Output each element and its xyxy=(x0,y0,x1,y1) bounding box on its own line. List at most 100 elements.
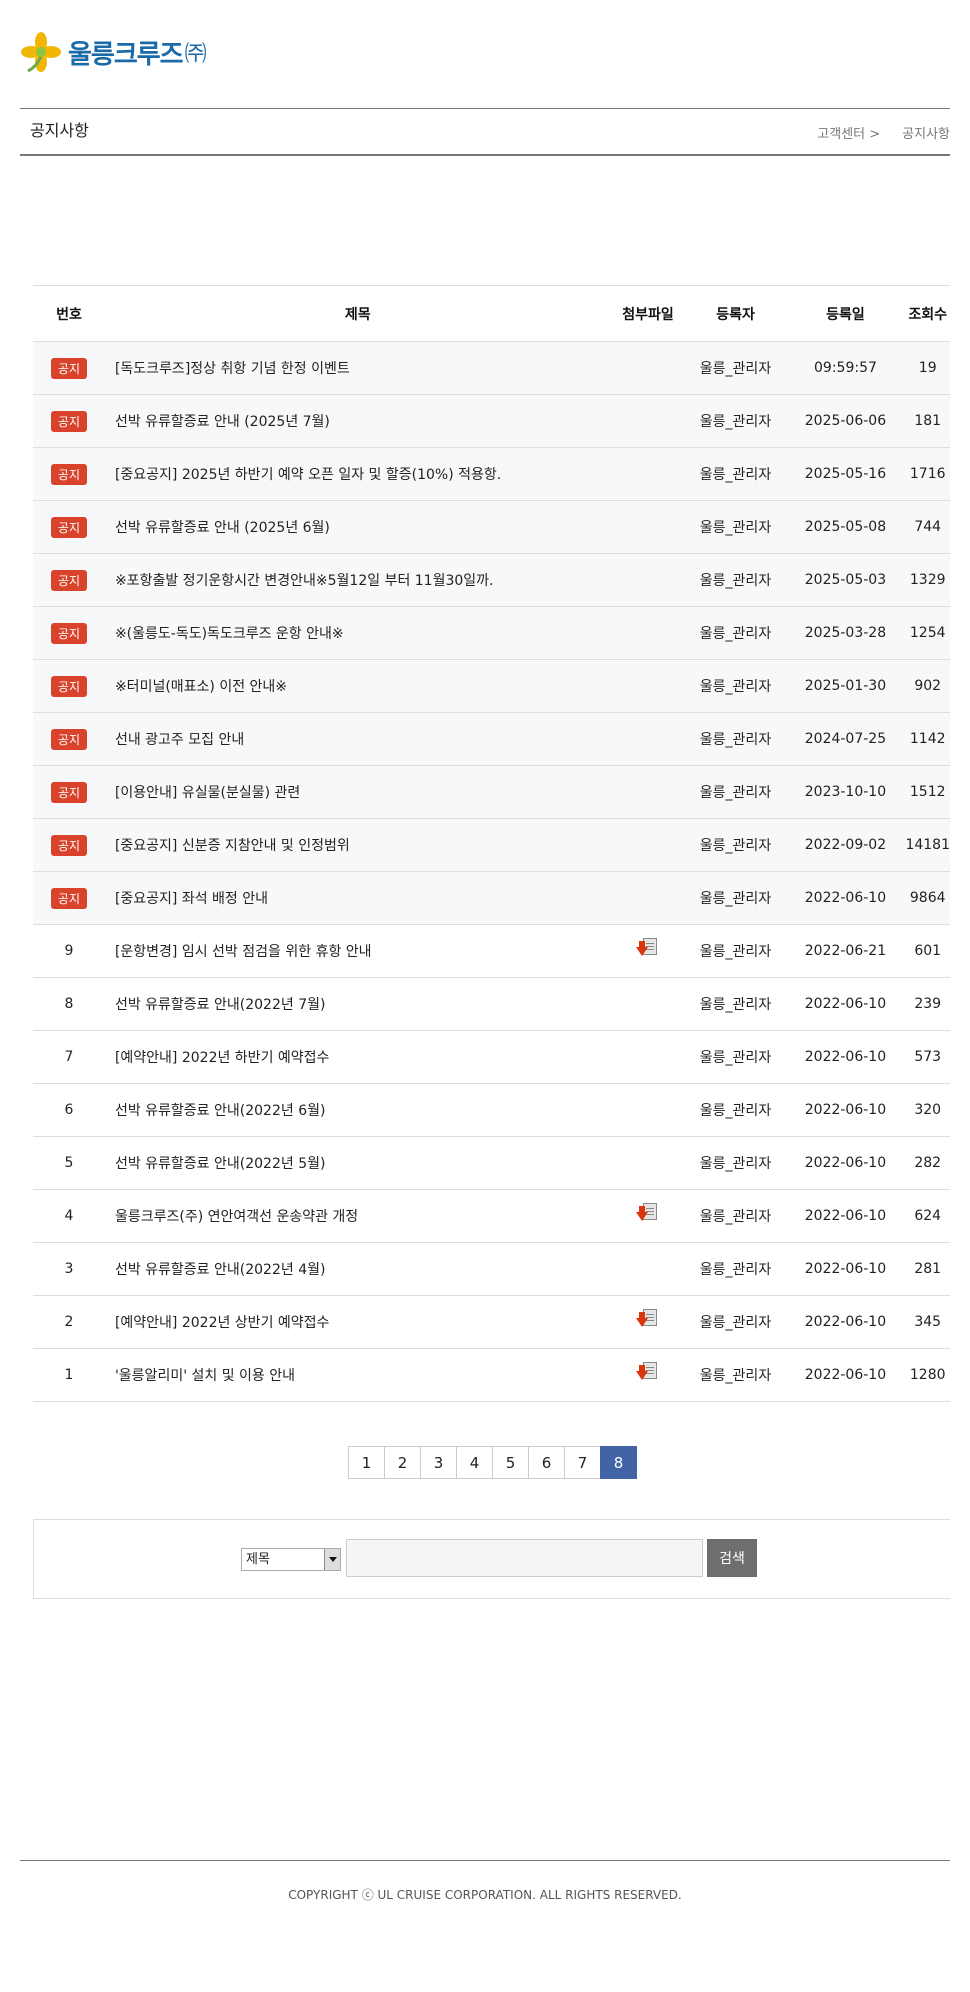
table-row[interactable]: 공지 ※터미널(매표소) 이전 안내※ 울릉_관리자 2025-01-30 902 xyxy=(33,659,950,713)
cell-title[interactable]: 선박 유류할증료 안내(2022년 4월) xyxy=(104,1242,611,1296)
cell-attachment xyxy=(610,871,686,925)
cell-date: 2025-05-16 xyxy=(785,447,906,501)
cell-title[interactable]: 선박 유류할증료 안내(2022년 5월) xyxy=(104,1136,611,1190)
cell-title[interactable]: 선박 유류할증료 안내 (2025년 6월) xyxy=(104,500,611,554)
table-row[interactable]: 4 울릉크루즈(주) 연안여객선 운송약관 개정 울릉_관리자 2022-06-10 6… xyxy=(33,1189,950,1243)
search-field-select[interactable]: 제목 xyxy=(241,1548,341,1571)
table-row[interactable]: 3 선박 유류할증료 안내(2022년 4월) 울릉_관리자 2022-06-10 28… xyxy=(33,1242,950,1296)
table-row[interactable]: 공지 [중요공지] 신분증 지참안내 및 인정범위 울릉_관리자 2022-09-02… xyxy=(33,818,950,872)
cell-title[interactable]: 선내 광고주 모집 안내 xyxy=(104,712,611,766)
table-row[interactable]: 공지 [이용안내] 유실물(분실물) 관련 울릉_관리자 2023-10-10 1512 xyxy=(33,765,950,819)
cell-title[interactable]: [예약안내] 2022년 하반기 예약접수 xyxy=(104,1030,611,1084)
cell-title[interactable]: [중요공지] 신분증 지참안내 및 인정범위 xyxy=(104,818,611,872)
attachment-download-icon[interactable] xyxy=(636,937,660,961)
post-title-link[interactable]: 선박 유류할증료 안내(2022년 7월) xyxy=(115,997,326,1013)
column-header-views: 조회수 xyxy=(905,285,950,342)
cell-author: 울릉_관리자 xyxy=(685,606,786,660)
page-button-1[interactable]: 1 xyxy=(348,1446,385,1479)
page-button-4[interactable]: 4 xyxy=(456,1446,493,1479)
cell-date: 2022-06-10 xyxy=(785,1136,906,1190)
attachment-download-icon[interactable] xyxy=(636,1308,660,1332)
cell-title[interactable]: ※포항출발 정기운항시간 변경안내※5월12일 부터 11월30일까. xyxy=(104,553,611,607)
post-title-link[interactable]: [예약안내] 2022년 상반기 예약접수 xyxy=(115,1315,329,1331)
post-title-link[interactable]: 선박 유류할증료 안내(2022년 6월) xyxy=(115,1103,326,1119)
table-row[interactable]: 공지 ※포항출발 정기운항시간 변경안내※5월12일 부터 11월30일까. 울릉_… xyxy=(33,553,950,607)
table-row[interactable]: 공지 선박 유류할증료 안내 (2025년 6월) 울릉_관리자 2025-05-08… xyxy=(33,500,950,554)
post-title-link[interactable]: '울릉알리미' 설치 및 이용 안내 xyxy=(115,1368,295,1384)
cell-author: 울릉_관리자 xyxy=(685,871,786,925)
cell-title[interactable]: [중요공지] 좌석 배정 안내 xyxy=(104,871,611,925)
cell-author: 울릉_관리자 xyxy=(685,500,786,554)
post-title-link[interactable]: 선내 광고주 모집 안내 xyxy=(115,732,244,748)
page-button-8[interactable]: 8 xyxy=(600,1446,637,1479)
cell-title[interactable]: 선박 유류할증료 안내(2022년 7월) xyxy=(104,977,611,1031)
post-title-link[interactable]: [중요공지] 좌석 배정 안내 xyxy=(115,891,268,907)
table-row[interactable]: 6 선박 유류할증료 안내(2022년 6월) 울릉_관리자 2022-06-10 32… xyxy=(33,1083,950,1137)
column-header-attachment: 첨부파일 xyxy=(610,285,686,342)
post-title-link[interactable]: [운항변경] 임시 선박 점검을 위한 휴항 안내 xyxy=(115,944,372,960)
post-title-link[interactable]: 울릉크루즈(주) 연안여객선 운송약관 개정 xyxy=(115,1209,358,1225)
post-title-link[interactable]: [독도크루즈]정상 취항 기념 한정 이벤트 xyxy=(115,361,350,377)
cell-title[interactable]: 선박 유류할증료 안내(2022년 6월) xyxy=(104,1083,611,1137)
post-title-link[interactable]: [중요공지] 신분증 지참안내 및 인정범위 xyxy=(115,838,350,854)
cell-title[interactable]: [예약안내] 2022년 상반기 예약접수 xyxy=(104,1295,611,1349)
cell-date: 2024-07-25 xyxy=(785,712,906,766)
post-title-link[interactable]: [예약안내] 2022년 하반기 예약접수 xyxy=(115,1050,329,1066)
cell-title[interactable]: ※(울릉도-독도)독도크루즈 운항 안내※ xyxy=(104,606,611,660)
post-title-link[interactable]: [중요공지] 2025년 하반기 예약 오픈 일자 및 할증(10%) 적용항. xyxy=(115,467,501,483)
post-title-link[interactable]: ※포항출발 정기운항시간 변경안내※5월12일 부터 11월30일까. xyxy=(115,573,494,589)
page-button-2[interactable]: 2 xyxy=(384,1446,421,1479)
chevron-down-icon[interactable] xyxy=(324,1549,340,1570)
post-title-link[interactable]: 선박 유류할증료 안내(2022년 4월) xyxy=(115,1262,326,1278)
footer-divider xyxy=(20,1860,950,1861)
cell-title[interactable]: [이용안내] 유실물(분실물) 관련 xyxy=(104,765,611,819)
post-title-link[interactable]: ※터미널(매표소) 이전 안내※ xyxy=(115,679,287,695)
cell-title[interactable]: [중요공지] 2025년 하반기 예약 오픈 일자 및 할증(10%) 적용항. xyxy=(104,447,611,501)
post-title-link[interactable]: 선박 유류할증료 안내 (2025년 6월) xyxy=(115,520,330,536)
table-row[interactable]: 1 '울릉알리미' 설치 및 이용 안내 울릉_관리자 2022-06-10 1280 xyxy=(33,1348,950,1402)
table-row[interactable]: 공지 선박 유류할증료 안내 (2025년 7월) 울릉_관리자 2025-06-06… xyxy=(33,394,950,448)
table-row[interactable]: 8 선박 유류할증료 안내(2022년 7월) 울릉_관리자 2022-06-10 23… xyxy=(33,977,950,1031)
post-title-link[interactable]: 선박 유류할증료 안내 (2025년 7월) xyxy=(115,414,330,430)
cell-title[interactable]: [독도크루즈]정상 취항 기념 한정 이벤트 xyxy=(104,341,611,395)
cell-title[interactable]: [운항변경] 임시 선박 점검을 위한 휴항 안내 xyxy=(104,924,611,978)
table-row[interactable]: 2 [예약안내] 2022년 상반기 예약접수 울릉_관리자 2022-06-10 34… xyxy=(33,1295,950,1349)
table-row[interactable]: 공지 [독도크루즈]정상 취항 기념 한정 이벤트 울릉_관리자 09:59:57 19 xyxy=(33,341,950,395)
breadcrumb-notice[interactable]: 공지사항 xyxy=(902,123,950,142)
table-row[interactable]: 공지 [중요공지] 좌석 배정 안내 울릉_관리자 2022-06-10 9864 xyxy=(33,871,950,925)
cell-attachment xyxy=(610,1348,686,1402)
cell-title[interactable]: ※터미널(매표소) 이전 안내※ xyxy=(104,659,611,713)
table-row[interactable]: 5 선박 유류할증료 안내(2022년 5월) 울릉_관리자 2022-06-10 28… xyxy=(33,1136,950,1190)
cell-title[interactable]: '울릉알리미' 설치 및 이용 안내 xyxy=(104,1348,611,1402)
table-row[interactable]: 7 [예약안내] 2022년 하반기 예약접수 울릉_관리자 2022-06-10 57… xyxy=(33,1030,950,1084)
cell-number: 공지 xyxy=(33,871,105,925)
cell-views: 281 xyxy=(905,1242,950,1296)
attachment-download-icon[interactable] xyxy=(636,1361,660,1385)
cell-date: 2025-06-06 xyxy=(785,394,906,448)
cell-title[interactable]: 선박 유류할증료 안내 (2025년 7월) xyxy=(104,394,611,448)
breadcrumb-customer-center[interactable]: 고객센터 > xyxy=(817,123,880,142)
page-button-6[interactable]: 6 xyxy=(528,1446,565,1479)
site-logo[interactable]: 울릉크루즈 ㈜ xyxy=(20,30,207,74)
cell-author: 울릉_관리자 xyxy=(685,1242,786,1296)
post-title-link[interactable]: [이용안내] 유실물(분실물) 관련 xyxy=(115,785,300,801)
cell-attachment xyxy=(610,394,686,448)
cell-attachment xyxy=(610,500,686,554)
table-row[interactable]: 9 [운항변경] 임시 선박 점검을 위한 휴항 안내 울릉_관리자 2022-06-… xyxy=(33,924,950,978)
post-title-link[interactable]: ※(울릉도-독도)독도크루즈 운항 안내※ xyxy=(115,626,344,642)
cell-title[interactable]: 울릉크루즈(주) 연안여객선 운송약관 개정 xyxy=(104,1189,611,1243)
search-input[interactable] xyxy=(346,1539,703,1577)
table-row[interactable]: 공지 ※(울릉도-독도)독도크루즈 운항 안내※ 울릉_관리자 2025-03-28 1… xyxy=(33,606,950,660)
page-button-5[interactable]: 5 xyxy=(492,1446,529,1479)
attachment-download-icon[interactable] xyxy=(636,1202,660,1226)
notice-table: 번호 제목 첨부파일 등록자 등록일 조회수 공지 [독도크루즈]정상 취항 기념… xyxy=(33,285,950,1402)
notice-badge: 공지 xyxy=(50,834,88,856)
table-row[interactable]: 공지 [중요공지] 2025년 하반기 예약 오픈 일자 및 할증(10%) 적용… xyxy=(33,447,950,501)
table-row[interactable]: 공지 선내 광고주 모집 안내 울릉_관리자 2024-07-25 1142 xyxy=(33,712,950,766)
search-button[interactable]: 검색 xyxy=(707,1539,757,1577)
page-button-3[interactable]: 3 xyxy=(420,1446,457,1479)
table-header-row: 번호 제목 첨부파일 등록자 등록일 조회수 xyxy=(33,285,950,342)
page-button-7[interactable]: 7 xyxy=(564,1446,601,1479)
cell-views: 1716 xyxy=(905,447,950,501)
post-title-link[interactable]: 선박 유류할증료 안내(2022년 5월) xyxy=(115,1156,326,1172)
